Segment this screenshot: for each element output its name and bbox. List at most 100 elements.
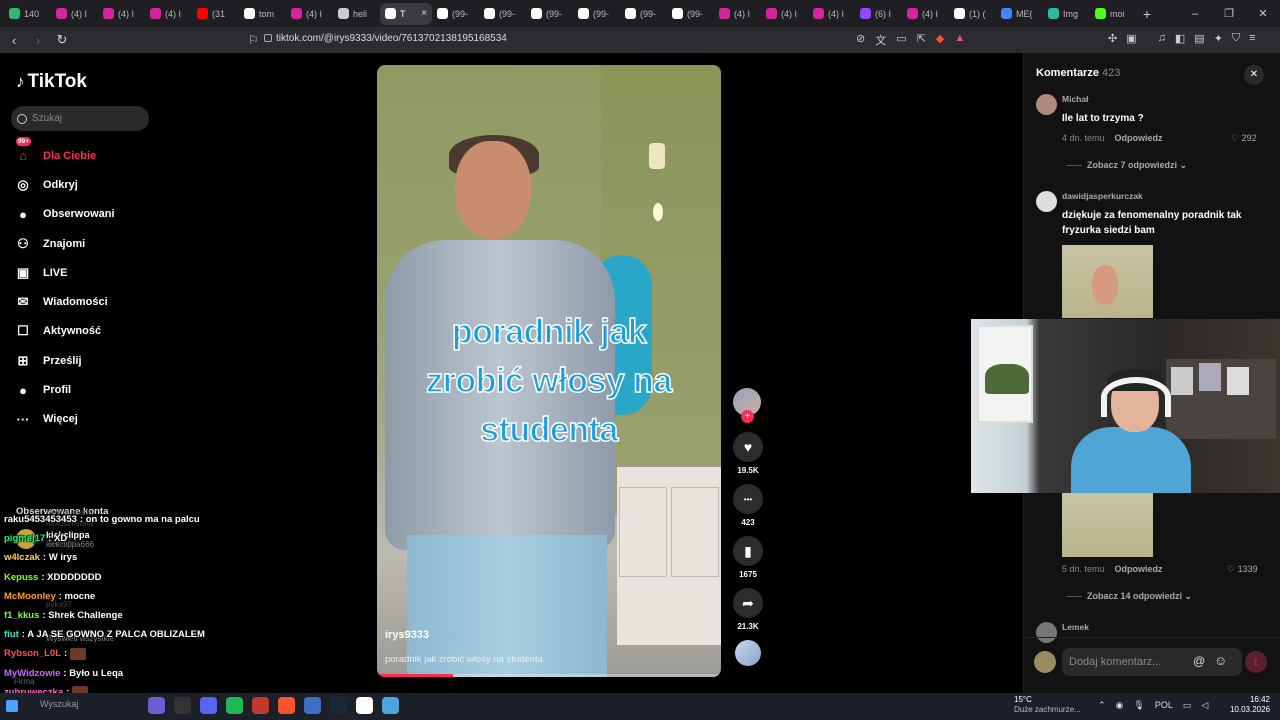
brave-shield-icon[interactable]: ◆	[936, 32, 944, 48]
sidebar-icon[interactable]: ◧	[1175, 32, 1185, 45]
comment-image[interactable]	[1062, 245, 1153, 318]
tiktok-logo[interactable]: ♪ TikTok	[16, 71, 87, 93]
nav-item[interactable]: ● Profil	[14, 375, 115, 404]
browser-tab[interactable]: (99-	[667, 3, 714, 25]
taskbar-search[interactable]: Wyszukaj	[40, 699, 78, 709]
music-disc-icon[interactable]	[735, 640, 761, 666]
extensions-icon[interactable]: ✣	[1108, 32, 1117, 45]
browser-tab[interactable]: Img	[1043, 3, 1090, 25]
like-count[interactable]: ♡ 292	[1231, 133, 1257, 144]
back-icon[interactable]: ‹	[4, 33, 24, 48]
clock[interactable]: 16:42 10.03.2026	[1228, 695, 1270, 715]
nav-item[interactable]: ● Obserwowani	[14, 200, 114, 229]
browser-tab[interactable]: T ×	[380, 2, 432, 25]
nav-item[interactable]: ✉ 99+ Wiadomości	[14, 137, 115, 316]
browser-tab[interactable]: (4) I	[98, 3, 145, 25]
nav-item[interactable]: ⌂ Dla Ciebie	[14, 141, 115, 170]
menu-icon[interactable]: ≡	[1249, 32, 1255, 45]
bookmark-icon[interactable]: ▮	[733, 536, 763, 566]
reply-button[interactable]: Odpowiedz	[1115, 133, 1163, 143]
browser-tab[interactable]: (99-	[573, 3, 620, 25]
search-input[interactable]: Szukaj	[11, 106, 149, 131]
media-icon[interactable]: ♫	[1158, 32, 1166, 45]
cast-icon[interactable]: ▭	[896, 32, 906, 48]
browser-tab[interactable]: (99-	[526, 3, 573, 25]
browser-tab[interactable]: (99-	[620, 3, 667, 25]
translate-icon[interactable]: 文	[875, 32, 886, 48]
comment-icon[interactable]: •••	[733, 484, 763, 514]
browser-tab[interactable]: (4) I	[808, 3, 855, 25]
no-tracking-icon[interactable]: ⊘	[856, 32, 865, 48]
follow-plus-icon[interactable]: +	[741, 410, 754, 423]
like-count[interactable]: ♡ 1339	[1227, 564, 1258, 575]
url-field[interactable]: tiktok.com/@irys9333/video/7613702138195…	[276, 33, 507, 44]
view-replies-button[interactable]: Zobacz 7 odpowiedzi ⌄	[1066, 160, 1187, 171]
browser-tab[interactable]: tom	[239, 3, 286, 25]
close-icon[interactable]: ✕	[1244, 65, 1264, 85]
browser-tab[interactable]: (1) (	[949, 3, 996, 25]
mention-icon[interactable]: @	[1193, 654, 1205, 668]
screenshot-icon[interactable]: ▣	[1126, 32, 1136, 45]
rewards-icon[interactable]: ▲	[954, 32, 965, 48]
emoji-icon[interactable]: ☺	[1214, 653, 1227, 668]
taskbar-app-icon[interactable]	[356, 697, 373, 714]
leo-icon[interactable]: ✦	[1214, 32, 1223, 45]
tray-chevron-icon[interactable]: ⌃	[1098, 700, 1106, 711]
forward-icon[interactable]: ›	[28, 33, 48, 48]
share-icon[interactable]: ➦	[733, 588, 763, 618]
browser-tab[interactable]: (4) I	[902, 3, 949, 25]
volume-icon[interactable]: ◁	[1201, 700, 1208, 711]
browser-tab[interactable]: (31	[192, 3, 239, 25]
taskbar-app-icon[interactable]	[174, 697, 191, 714]
network-icon[interactable]: ▭	[1183, 700, 1192, 711]
close-window-button[interactable]: ✕	[1246, 7, 1280, 20]
reload-icon[interactable]: ↻	[52, 32, 72, 48]
windows-start-icon[interactable]	[6, 700, 18, 712]
minimize-button[interactable]: –	[1178, 8, 1212, 20]
wallet-icon[interactable]: ▤	[1194, 32, 1204, 45]
nav-item[interactable]: ☐ 99+ Aktywność	[14, 137, 115, 346]
taskbar-app-icon[interactable]	[252, 697, 269, 714]
new-tab-button[interactable]: +	[1137, 6, 1157, 22]
site-info-icon[interactable]	[264, 34, 272, 42]
tab-close-icon[interactable]: ×	[421, 8, 427, 19]
browser-tab[interactable]: (99-	[432, 3, 479, 25]
nav-item[interactable]: ▣ LIVE	[14, 258, 115, 287]
nav-item[interactable]: ◎ Odkryj	[14, 170, 115, 199]
language-indicator[interactable]: POL	[1155, 700, 1173, 711]
browser-tab[interactable]: 140	[4, 3, 51, 25]
taskbar-app-icon[interactable]	[382, 697, 399, 714]
comment-user[interactable]: Lemek	[1062, 622, 1089, 632]
taskbar-app-icon[interactable]	[148, 697, 165, 714]
microphone-icon[interactable]: 🎙	[1133, 700, 1144, 711]
taskbar-app-icon[interactable]	[200, 697, 217, 714]
browser-tab[interactable]: (4) I	[714, 3, 761, 25]
browser-tab[interactable]: (4) I	[286, 3, 333, 25]
taskbar-app-icon[interactable]	[226, 697, 243, 714]
taskbar-app-icon[interactable]	[278, 697, 295, 714]
comment-user[interactable]: Michał	[1062, 94, 1088, 104]
author-avatar[interactable]: +	[733, 388, 761, 423]
browser-tab[interactable]: (99-	[479, 3, 526, 25]
maximize-button[interactable]: ❐	[1212, 7, 1246, 20]
heart-icon[interactable]: ♥	[733, 432, 763, 462]
browser-tab[interactable]: (4) I	[145, 3, 192, 25]
browser-tab[interactable]: (4) I	[51, 3, 98, 25]
view-replies-button[interactable]: Zobacz 14 odpowiedzi ⌄	[1066, 591, 1192, 602]
reply-button[interactable]: Odpowiedz	[1115, 564, 1163, 574]
bookmark-icon[interactable]: ⚐	[248, 33, 259, 47]
vpn-icon[interactable]: ⛉	[1232, 32, 1240, 45]
taskbar-app-icon[interactable]	[330, 697, 347, 714]
taskbar-app-icon[interactable]	[304, 697, 321, 714]
browser-tab[interactable]: (4) I	[761, 3, 808, 25]
weather-widget[interactable]: 15°C Duże zachmurze...	[994, 695, 1081, 715]
tray-app-icon[interactable]: ◉	[1116, 700, 1124, 711]
send-icon[interactable]: ↑	[1245, 651, 1267, 673]
video-progress-bar[interactable]	[377, 674, 721, 677]
nav-item[interactable]: ⚇ Znajomi	[14, 229, 115, 258]
share-page-icon[interactable]: ⇱	[917, 32, 926, 48]
nav-item[interactable]: ··· Więcej	[14, 405, 115, 434]
nav-item[interactable]: ⊞ Prześlij	[14, 346, 115, 375]
browser-tab[interactable]: (6) I	[855, 3, 902, 25]
browser-tab[interactable]: moi	[1090, 3, 1137, 25]
